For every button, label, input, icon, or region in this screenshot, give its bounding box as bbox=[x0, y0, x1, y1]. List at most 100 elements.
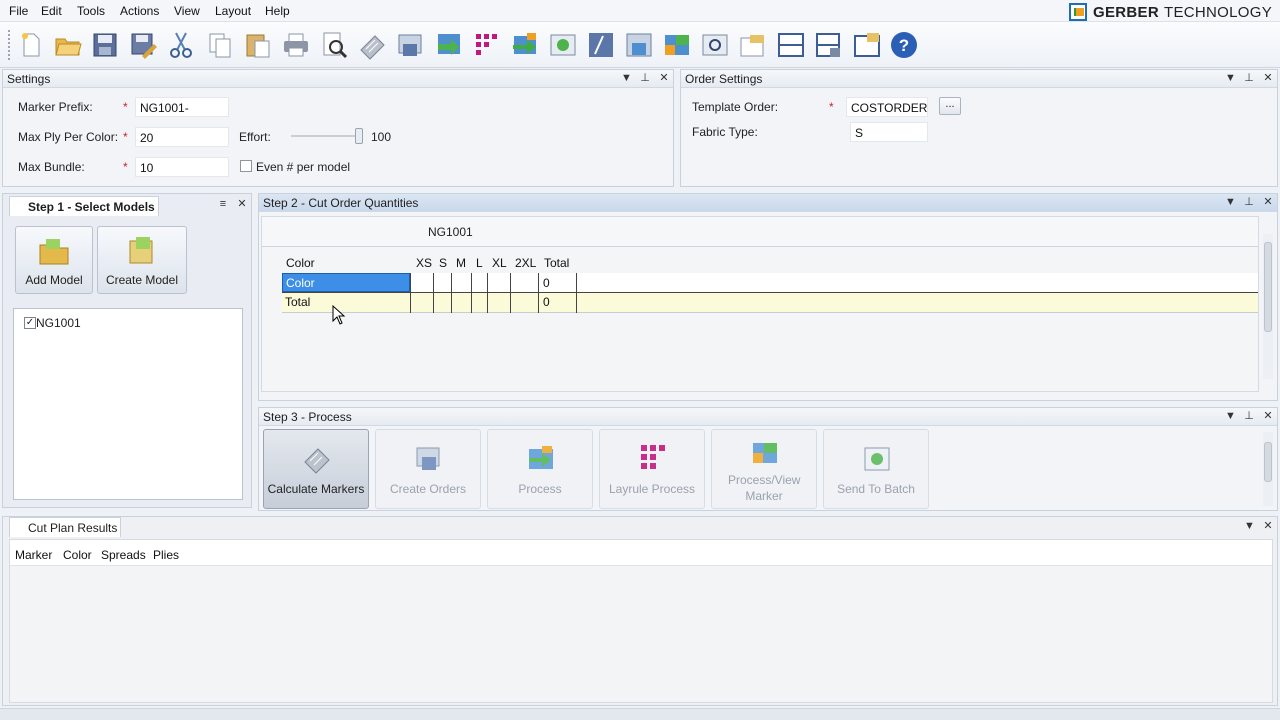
order-icon[interactable] bbox=[624, 30, 654, 60]
layrule-icon[interactable] bbox=[472, 30, 502, 60]
new-file-icon[interactable] bbox=[16, 30, 46, 60]
vertical-scrollbar[interactable] bbox=[1263, 234, 1273, 379]
scrollbar-thumb[interactable] bbox=[1264, 242, 1272, 332]
menu-layout[interactable]: Layout bbox=[215, 4, 251, 18]
col-marker[interactable]: Marker bbox=[15, 548, 52, 562]
dropdown-icon[interactable]: ▼ bbox=[621, 72, 632, 85]
step1-tab[interactable]: Step 1 - Select Models bbox=[9, 196, 159, 216]
browse-button[interactable]: ... bbox=[939, 97, 961, 115]
toolbar-grip[interactable] bbox=[8, 30, 12, 60]
menu-actions[interactable]: Actions bbox=[120, 4, 159, 18]
process-view-marker-label: Process/View Marker bbox=[728, 473, 801, 503]
process-arrow-icon[interactable] bbox=[510, 30, 540, 60]
create-orders-icon[interactable] bbox=[396, 30, 426, 60]
table-row[interactable] bbox=[282, 273, 1258, 292]
print-preview-icon[interactable] bbox=[319, 30, 349, 60]
col-2xl[interactable]: 2XL bbox=[515, 256, 536, 270]
send-to-batch-button[interactable]: Send To Batch bbox=[823, 429, 929, 509]
row-color-total: 0 bbox=[543, 276, 550, 290]
close-icon[interactable]: ✕ bbox=[1263, 410, 1273, 423]
menu-file[interactable]: File bbox=[9, 4, 28, 18]
effort-slider-thumb[interactable] bbox=[355, 128, 363, 144]
export-icon[interactable] bbox=[852, 30, 882, 60]
effort-value: 100 bbox=[371, 130, 392, 144]
brand-name: GERBER bbox=[1093, 3, 1159, 21]
send-batch-icon[interactable] bbox=[548, 30, 578, 60]
layrule-process-button[interactable]: Layrule Process bbox=[599, 429, 705, 509]
marker-icon[interactable] bbox=[586, 30, 616, 60]
batch-icon[interactable] bbox=[814, 30, 844, 60]
calculate-markers-button[interactable]: Calculate Markers bbox=[263, 429, 369, 509]
col-divider bbox=[487, 273, 488, 313]
dropdown-icon[interactable]: ▼ bbox=[1225, 410, 1236, 423]
menu-view[interactable]: View bbox=[174, 4, 200, 18]
col-l[interactable]: L bbox=[476, 256, 483, 270]
process-icon[interactable] bbox=[434, 30, 464, 60]
process-view-icon[interactable] bbox=[662, 30, 692, 60]
model-item-label[interactable]: NG1001 bbox=[36, 316, 81, 330]
process-view-marker-button[interactable]: Process/View Marker bbox=[711, 429, 817, 509]
open-folder-icon[interactable] bbox=[53, 30, 83, 60]
step1-panel: Step 1 - Select Models ≡ ✕ Add Model Cre… bbox=[2, 193, 252, 508]
col-total[interactable]: Total bbox=[544, 256, 569, 270]
scrollbar-thumb[interactable] bbox=[1264, 442, 1272, 482]
cut-icon[interactable] bbox=[166, 30, 196, 60]
menu-arrow-icon[interactable]: ≡ bbox=[218, 198, 228, 211]
close-icon[interactable]: ✕ bbox=[1263, 196, 1273, 209]
pin-icon[interactable]: ⊥ bbox=[1244, 196, 1254, 209]
marker-prefix-label: Marker Prefix: bbox=[18, 100, 93, 114]
close-icon[interactable]: ✕ bbox=[659, 72, 669, 85]
max-ply-field[interactable]: 20 bbox=[135, 127, 229, 147]
effort-slider-track[interactable] bbox=[291, 135, 361, 137]
results-tab[interactable]: Cut Plan Results bbox=[9, 517, 121, 537]
dropdown-icon[interactable]: ▼ bbox=[1225, 196, 1236, 209]
menu-help[interactable]: Help bbox=[265, 4, 290, 18]
max-bundle-field[interactable]: 10 bbox=[135, 157, 229, 177]
calculator-icon[interactable] bbox=[357, 30, 387, 60]
dropdown-icon[interactable]: ▼ bbox=[1225, 72, 1236, 85]
split-view-icon[interactable] bbox=[776, 30, 806, 60]
fabric-type-field[interactable]: S bbox=[850, 122, 928, 142]
settings-panel: Settings ▼ ⊥ ✕ Marker Prefix: * NG1001- … bbox=[2, 69, 674, 187]
model-header: NG1001 bbox=[428, 225, 473, 239]
print-icon[interactable] bbox=[281, 30, 311, 60]
template-order-field[interactable]: COSTORDER bbox=[846, 97, 928, 117]
help-icon[interactable]: ? bbox=[889, 30, 919, 60]
col-spreads[interactable]: Spreads bbox=[101, 548, 146, 562]
create-model-button[interactable]: Create Model bbox=[97, 226, 187, 294]
col-xl[interactable]: XL bbox=[492, 256, 507, 270]
dropdown-icon[interactable]: ▼ bbox=[1244, 520, 1255, 533]
col-divider bbox=[576, 273, 577, 313]
close-icon[interactable]: ✕ bbox=[1263, 520, 1273, 533]
pin-icon[interactable]: ⊥ bbox=[1244, 410, 1254, 423]
create-orders-button[interactable]: Create Orders bbox=[375, 429, 481, 509]
notes-icon[interactable] bbox=[738, 30, 768, 60]
paste-icon[interactable] bbox=[243, 30, 273, 60]
close-icon[interactable]: ✕ bbox=[1263, 72, 1273, 85]
menu-edit[interactable]: Edit bbox=[41, 4, 62, 18]
selected-cell[interactable]: Color bbox=[282, 273, 410, 292]
results-table: Marker Color Spreads Plies bbox=[9, 539, 1273, 703]
pin-icon[interactable]: ⊥ bbox=[1244, 72, 1254, 85]
copy-icon[interactable] bbox=[205, 30, 235, 60]
save-icon[interactable] bbox=[90, 30, 120, 60]
col-m[interactable]: M bbox=[456, 256, 466, 270]
vertical-scrollbar[interactable] bbox=[1263, 432, 1273, 506]
save-as-icon[interactable] bbox=[128, 30, 158, 60]
create-model-icon bbox=[129, 237, 153, 264]
search-icon[interactable] bbox=[700, 30, 730, 60]
even-per-model-checkbox[interactable] bbox=[240, 160, 252, 172]
layrule-process-label: Layrule Process bbox=[608, 482, 696, 496]
marker-prefix-field[interactable]: NG1001- bbox=[135, 97, 229, 117]
col-plies[interactable]: Plies bbox=[153, 548, 179, 562]
process-button[interactable]: Process bbox=[487, 429, 593, 509]
pin-icon[interactable]: ⊥ bbox=[640, 72, 650, 85]
model-checkbox[interactable]: ✓ bbox=[24, 317, 36, 329]
col-xs[interactable]: XS bbox=[416, 256, 432, 270]
add-model-button[interactable]: Add Model bbox=[15, 226, 93, 294]
col-color[interactable]: Color bbox=[286, 256, 315, 270]
col-s[interactable]: S bbox=[439, 256, 447, 270]
close-icon[interactable]: ✕ bbox=[237, 198, 247, 211]
menu-tools[interactable]: Tools bbox=[77, 4, 105, 18]
col-color[interactable]: Color bbox=[63, 548, 92, 562]
